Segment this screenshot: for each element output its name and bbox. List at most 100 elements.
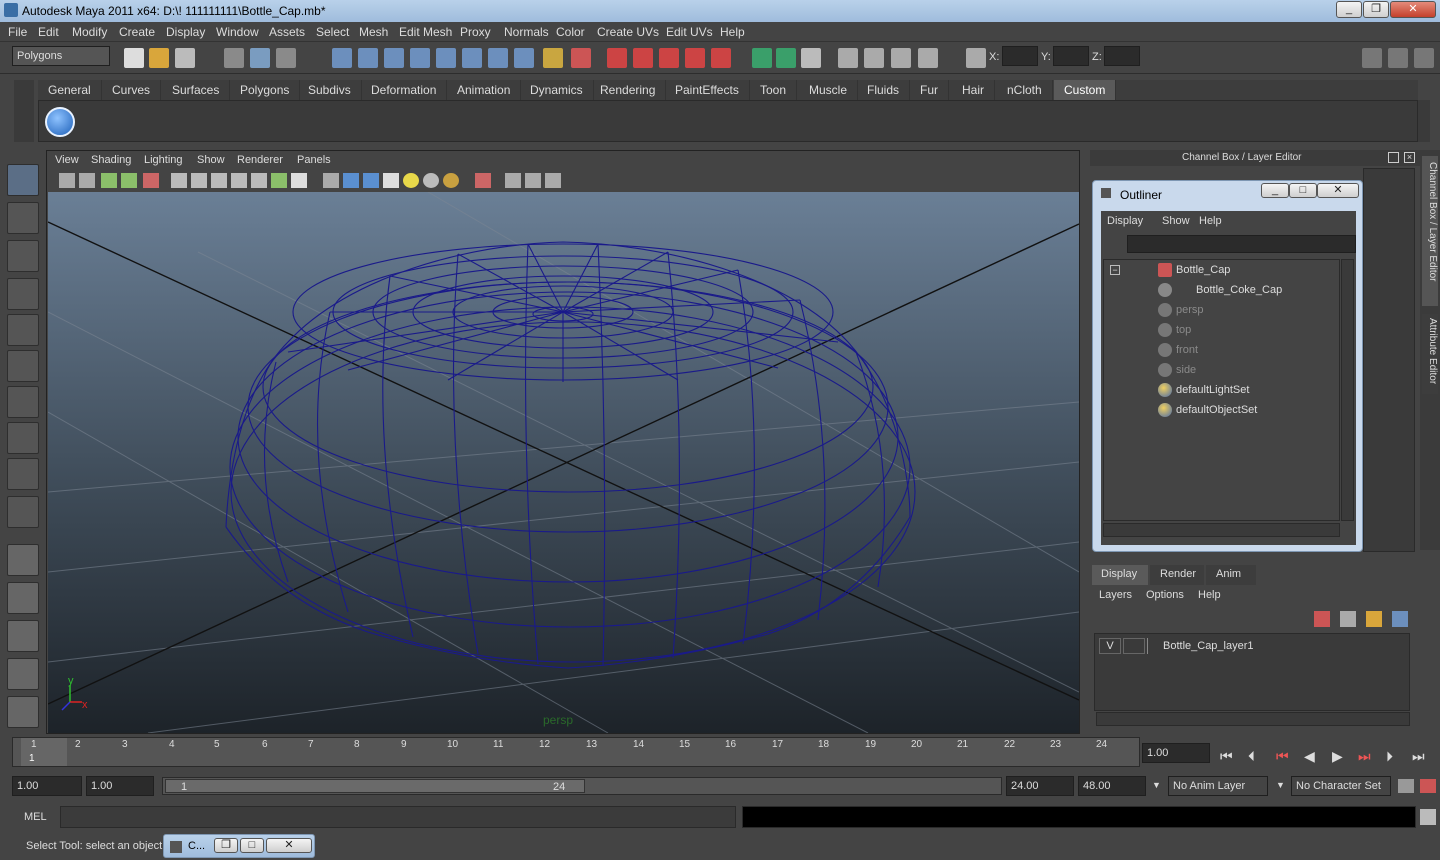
anim-layer-dropdown[interactable]: No Anim Layer — [1168, 776, 1268, 796]
outliner-item-default-object-set[interactable]: defaultObjectSet — [1176, 404, 1257, 416]
menu-set-dropdown[interactable]: Polygons — [12, 46, 110, 66]
layer-menu-options[interactable]: Options — [1146, 589, 1184, 601]
render-current-icon[interactable] — [752, 48, 772, 68]
outliner-vertical-scrollbar[interactable] — [1341, 259, 1354, 521]
camera-select-icon[interactable] — [59, 173, 75, 188]
new-scene-icon[interactable] — [124, 48, 144, 68]
high-quality-icon[interactable] — [443, 173, 459, 188]
select-tool-icon[interactable] — [7, 164, 39, 196]
layer-visibility-toggle[interactable]: V — [1099, 638, 1121, 654]
2d-pan-zoom-icon[interactable] — [143, 173, 159, 188]
selection-lock-icon[interactable] — [571, 48, 591, 68]
maximize-button[interactable]: ❐ — [1363, 1, 1389, 18]
graph-persp-layout-icon[interactable] — [7, 658, 39, 690]
tab-muscle[interactable]: Muscle — [799, 80, 859, 100]
minimize-button[interactable]: _ — [1336, 1, 1362, 18]
tab-hair[interactable]: Hair — [952, 80, 996, 100]
snap-point-icon[interactable] — [384, 48, 404, 68]
tool-settings-toggle-icon[interactable] — [1414, 48, 1434, 68]
transform-input-icon[interactable] — [966, 48, 986, 68]
tab-channel-box[interactable]: Channel Box / Layer Editor — [1422, 156, 1438, 306]
y-field[interactable] — [1053, 46, 1089, 66]
channel-box-toggle-icon[interactable] — [1362, 48, 1382, 68]
end-time-field[interactable]: 48.00 — [1078, 776, 1146, 796]
snap-curve-icon[interactable] — [358, 48, 378, 68]
move-layer-up-icon[interactable] — [1314, 611, 1330, 627]
safe-title-icon[interactable] — [291, 173, 307, 188]
menu-assets[interactable]: Assets — [269, 25, 305, 39]
image-plane-icon[interactable] — [121, 173, 137, 188]
select-component-icon[interactable] — [276, 48, 296, 68]
outliner-menu-show[interactable]: Show — [1162, 215, 1190, 227]
layer-name[interactable]: Bottle_Cap_layer1 — [1163, 640, 1254, 652]
vp-menu-panels[interactable]: Panels — [297, 154, 331, 166]
xray-icon[interactable] — [505, 173, 521, 188]
textured-icon[interactable] — [383, 173, 399, 188]
outliner-item-side[interactable]: side — [1176, 364, 1196, 376]
ipr-render-icon[interactable] — [776, 48, 796, 68]
film-gate-icon[interactable] — [191, 173, 207, 188]
last-tool-icon[interactable] — [7, 496, 39, 528]
play-backwards-icon[interactable]: ◀ — [1304, 748, 1315, 765]
vp-menu-renderer[interactable]: Renderer — [237, 154, 283, 166]
render-settings-icon[interactable] — [801, 48, 821, 68]
outliner-persp-layout-icon[interactable] — [7, 620, 39, 652]
outliner-close-button[interactable]: ✕ — [1317, 183, 1359, 198]
shelf-scroll-arrows[interactable] — [1418, 100, 1430, 142]
tab-custom[interactable]: Custom — [1054, 80, 1117, 100]
save-scene-icon[interactable] — [175, 48, 195, 68]
play-forwards-icon[interactable]: ▶ — [1332, 748, 1343, 765]
tab-surfaces[interactable]: Surfaces — [162, 80, 231, 100]
step-back-frame-icon[interactable]: ⏴ — [1248, 748, 1255, 765]
safe-action-icon[interactable] — [271, 173, 287, 188]
new-layer-from-selection-icon[interactable] — [1392, 611, 1408, 627]
tab-curves[interactable]: Curves — [102, 80, 162, 100]
step-forward-key-icon[interactable]: ⏭ — [1358, 748, 1371, 765]
show-manipulator-icon[interactable] — [7, 458, 39, 490]
use-lights-icon[interactable] — [403, 173, 419, 188]
soft-mod-tool-icon[interactable] — [7, 422, 39, 454]
isolate-select-icon[interactable] — [475, 173, 491, 188]
menu-normals[interactable]: Normals — [504, 25, 549, 39]
outliner-item-bottle-cap[interactable]: Bottle_Cap — [1176, 264, 1230, 276]
hypershade-icon[interactable] — [864, 48, 884, 68]
tab-attribute-editor[interactable]: Attribute Editor — [1422, 314, 1438, 394]
soft-select-icon[interactable] — [488, 48, 508, 68]
snap-view-icon[interactable] — [462, 48, 482, 68]
four-view-layout-icon[interactable] — [7, 582, 39, 614]
menu-file[interactable]: File — [8, 25, 27, 39]
outliner-item-persp[interactable]: persp — [1176, 304, 1204, 316]
move-tool-icon[interactable] — [7, 278, 39, 310]
tab-deformation[interactable]: Deformation — [361, 80, 448, 100]
wireframe-icon[interactable] — [323, 173, 339, 188]
outliner-horizontal-scrollbar[interactable] — [1103, 523, 1340, 537]
vp-menu-shading[interactable]: Shading — [91, 154, 131, 166]
make-live-icon[interactable] — [436, 48, 456, 68]
open-scene-icon[interactable] — [149, 48, 169, 68]
menu-display[interactable]: Display — [166, 25, 205, 39]
select-hierarchy-icon[interactable] — [224, 48, 244, 68]
outliner-item-default-light-set[interactable]: defaultLightSet — [1176, 384, 1249, 396]
x-field[interactable] — [1002, 46, 1038, 66]
tab-fluids[interactable]: Fluids — [857, 80, 911, 100]
checkmark-icon[interactable] — [45, 107, 75, 137]
output-ops-icon[interactable] — [659, 48, 679, 68]
command-language-label[interactable]: MEL — [24, 811, 47, 823]
outliner-icon[interactable] — [918, 48, 938, 68]
vp-menu-view[interactable]: View — [55, 154, 79, 166]
shadows-icon[interactable] — [423, 173, 439, 188]
menu-modify[interactable]: Modify — [72, 25, 107, 39]
script-editor-icon[interactable] — [1420, 809, 1436, 825]
tab-fur[interactable]: Fur — [910, 80, 949, 100]
minimized-close-button[interactable]: ✕ — [266, 838, 312, 853]
playback-end-field[interactable]: 24.00 — [1006, 776, 1074, 796]
menu-proxy[interactable]: Proxy — [460, 25, 491, 39]
snap-grid-icon[interactable] — [332, 48, 352, 68]
outliner-item-front[interactable]: front — [1176, 344, 1198, 356]
scale-tool-icon[interactable] — [7, 350, 39, 382]
outliner-menu-help[interactable]: Help — [1199, 215, 1222, 227]
tab-dynamics[interactable]: Dynamics — [520, 80, 594, 100]
go-to-start-icon[interactable]: ⏮ — [1220, 748, 1233, 765]
tab-toon[interactable]: Toon — [750, 80, 798, 100]
menu-edit-mesh[interactable]: Edit Mesh — [399, 25, 452, 39]
